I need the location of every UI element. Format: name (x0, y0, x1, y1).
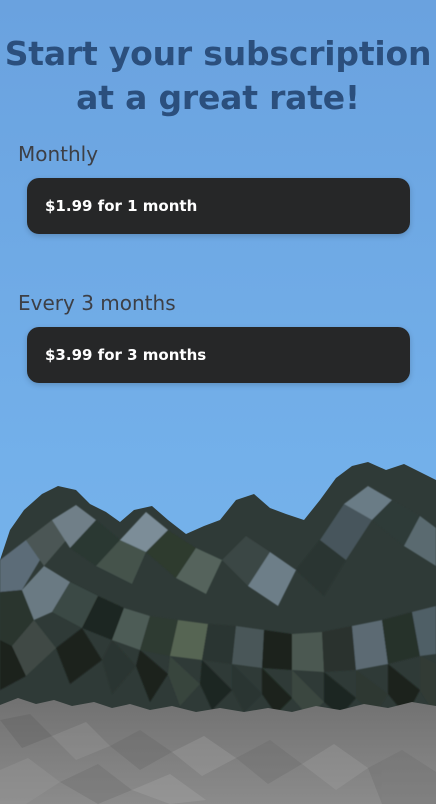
page-title: Start your subscription at a great rate! (0, 0, 436, 120)
page-title-line-2: at a great rate! (76, 78, 360, 117)
monthly-plan-button[interactable]: $1.99 for 1 month (27, 178, 410, 234)
plan-label-monthly: Monthly (18, 142, 99, 166)
subscription-screen: Start your subscription at a great rate!… (0, 0, 436, 804)
page-title-line-1: Start your subscription (4, 34, 432, 73)
three-month-plan-button[interactable]: $3.99 for 3 months (27, 327, 410, 383)
three-month-plan-button-label: $3.99 for 3 months (45, 346, 207, 364)
plan-label-every-3-months: Every 3 months (18, 291, 176, 315)
monthly-plan-button-label: $1.99 for 1 month (45, 197, 198, 215)
